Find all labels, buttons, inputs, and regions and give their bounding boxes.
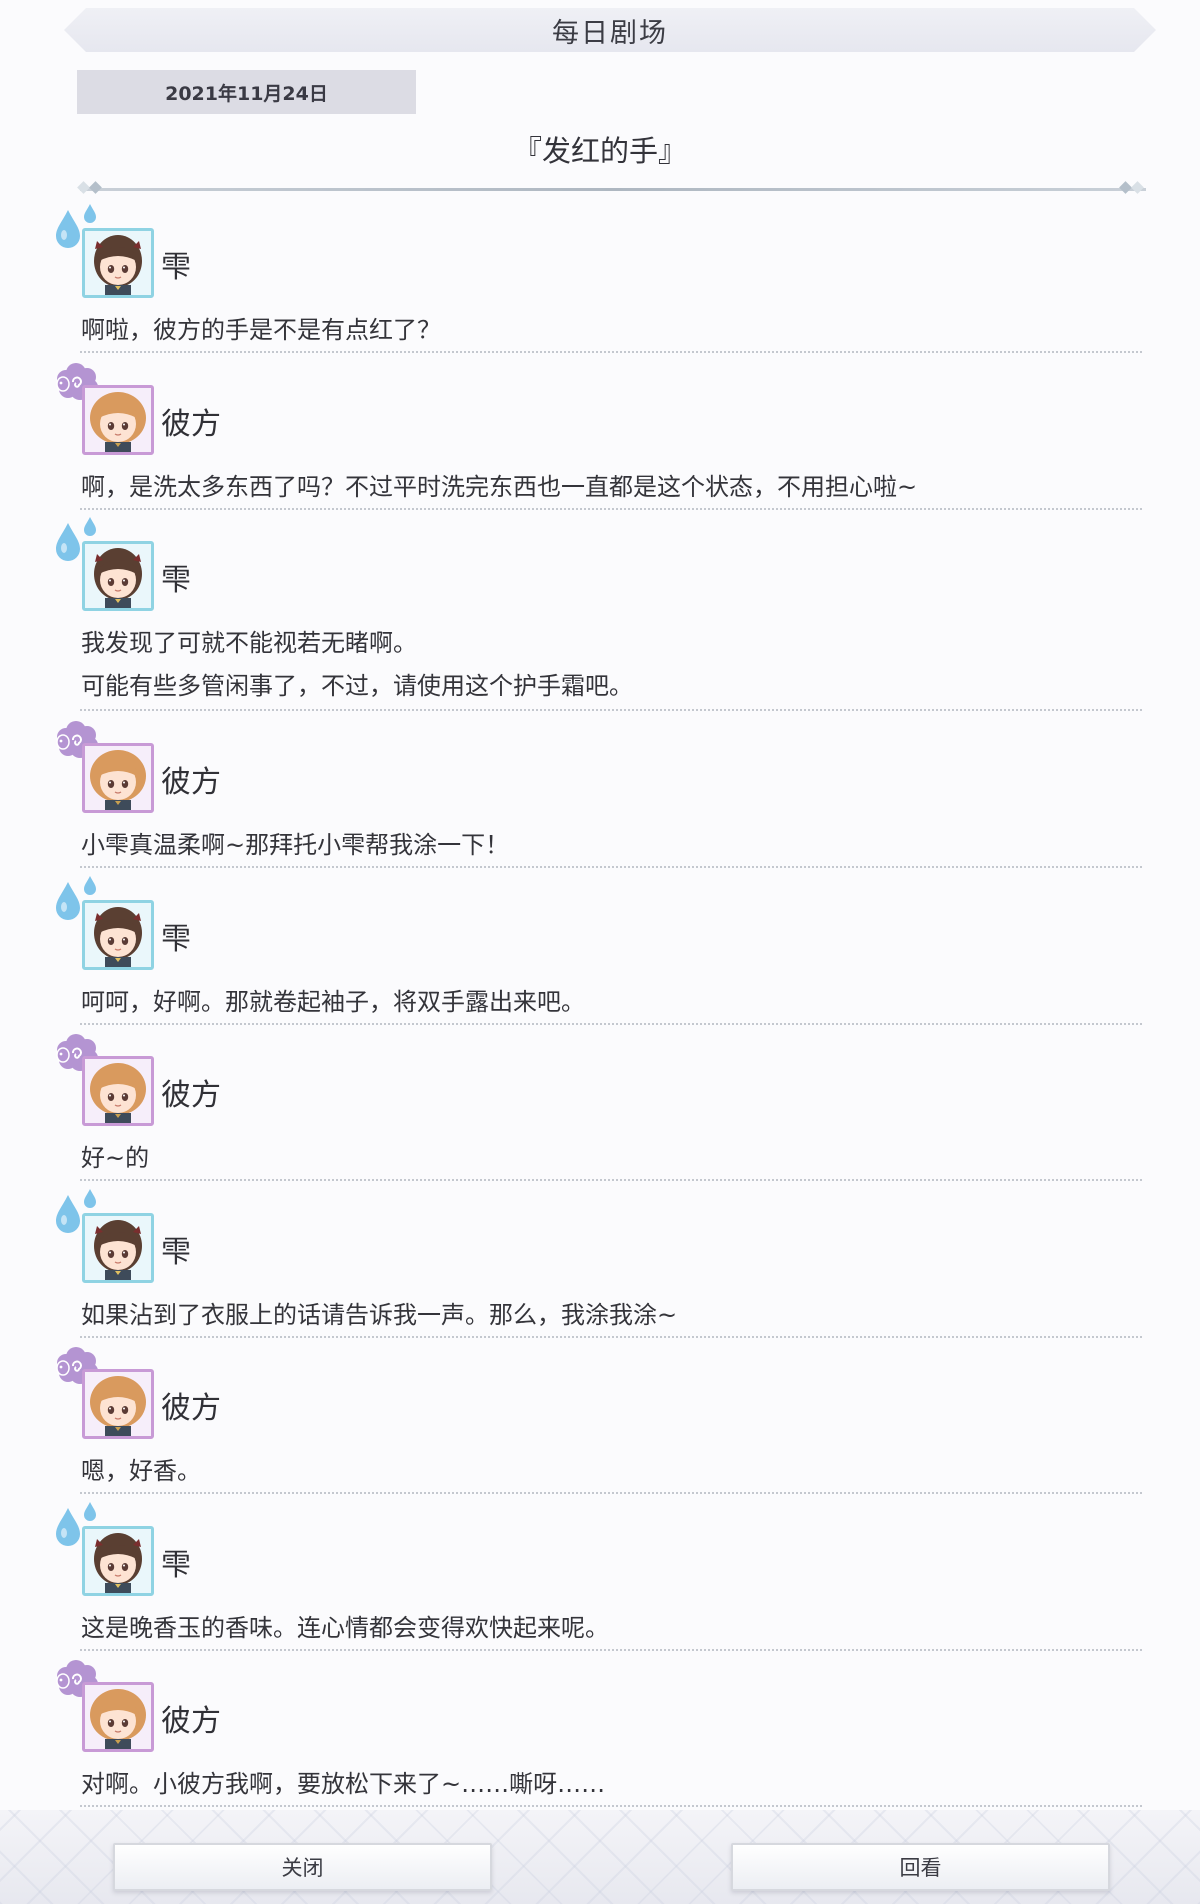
avatar: [82, 1056, 154, 1126]
title-divider: [80, 188, 1146, 191]
dialogue-list: 雫啊啦，彼方的手是不是有点红了？ 彼方 啊，是洗太多东西了吗？不过平时洗完东西也一…: [0, 196, 1200, 1807]
speaker-name: 雫: [161, 921, 191, 957]
dialogue-line: 如果沾到了衣服上的话请告诉我一声。那么，我涂我涂~: [81, 1300, 678, 1329]
dialogue-entry: 雫这是晚香玉的香味。连心情都会变得欢快起来呢。: [0, 1494, 1200, 1651]
backlog-button[interactable]: 回看: [731, 1843, 1110, 1891]
dialogue-line: 对啊。小彼方我啊，要放松下来了~……嘶呀……: [81, 1770, 606, 1798]
avatar: [82, 228, 154, 298]
dialogue-line: 啊啦，彼方的手是不是有点红了？: [81, 316, 441, 344]
speaker-name: 雫: [161, 1547, 191, 1583]
dialogue-line: 可能有些多管闲事了，不过，请使用这个护手霜吧。: [81, 672, 633, 700]
dialogue-line: 我发现了可就不能视若无睹啊。: [81, 629, 417, 657]
dialogue-entry: 雫如果沾到了衣服上的话请告诉我一声。那么，我涂我涂~: [0, 1181, 1200, 1338]
dialogue-entry: 彼方嗯，好香。: [0, 1337, 1200, 1494]
dialogue-entry: 雫我发现了可就不能视若无睹啊。可能有些多管闲事了，不过，请使用这个护手霜吧。: [0, 509, 1200, 711]
dialogue-line: 这是晚香玉的香味。连心情都会变得欢快起来呢。: [81, 1613, 609, 1642]
header-bar: 每日剧场: [64, 8, 1156, 52]
date-label: 2021年11月24日: [165, 82, 328, 105]
avatar: [82, 541, 154, 611]
divider-diamond-icon: [89, 181, 102, 194]
dialogue-entry: 彼方小雫真温柔啊~那拜托小雫帮我涂一下！: [0, 711, 1200, 868]
close-button[interactable]: 关闭: [113, 1843, 492, 1891]
date-box: 2021年11月24日: [77, 70, 416, 114]
dialogue-line: 嗯，好香。: [81, 1457, 201, 1485]
avatar: [82, 899, 154, 970]
dialogue-entry: 彼方对啊。小彼方我啊，要放松下来了~……嘶呀……: [0, 1650, 1200, 1807]
avatar: [82, 1212, 154, 1283]
avatar: [82, 1682, 154, 1752]
dialogue-entry: 彼方好~的: [0, 1024, 1200, 1181]
divider-diamond-icon: [1119, 181, 1132, 194]
speaker-name: 彼方: [161, 1704, 221, 1739]
avatar: [82, 384, 154, 455]
dialogue-line: 好~的: [81, 1144, 150, 1172]
divider-diamond-icon: [77, 181, 90, 194]
header-title: 每日剧场: [552, 17, 668, 49]
dialogue-line: 啊，是洗太多东西了吗？不过平时洗完东西也一直都是这个状态，不用担心啦~: [81, 472, 918, 501]
avatar: [82, 1525, 154, 1596]
divider-diamond-icon: [1131, 181, 1144, 194]
avatar: [82, 1369, 154, 1439]
entry-divider: [80, 1805, 1142, 1807]
speaker-name: 彼方: [161, 1078, 221, 1113]
speaker-name: 雫: [161, 1234, 191, 1270]
speaker-name: 彼方: [161, 406, 221, 442]
speaker-name: 彼方: [161, 1391, 221, 1426]
dialogue-entry: 彼方啊，是洗太多东西了吗？不过平时洗完东西也一直都是这个状态，不用担心啦~: [0, 353, 1200, 510]
speaker-name: 雫: [161, 250, 191, 285]
avatar: [82, 743, 154, 813]
speaker-name: 雫: [161, 563, 191, 598]
speaker-name: 彼方: [161, 765, 221, 800]
dialogue-line: 呵呵，好啊。那就卷起袖子，将双手露出来吧。: [81, 987, 585, 1016]
dialogue-line: 小雫真温柔啊~那拜托小雫帮我涂一下！: [81, 831, 510, 859]
episode-title: 『发红的手』: [512, 134, 687, 168]
dialogue-entry: 雫啊啦，彼方的手是不是有点红了？: [0, 196, 1200, 353]
dialogue-entry: 雫呵呵，好啊。那就卷起袖子，将双手露出来吧。: [0, 868, 1200, 1025]
